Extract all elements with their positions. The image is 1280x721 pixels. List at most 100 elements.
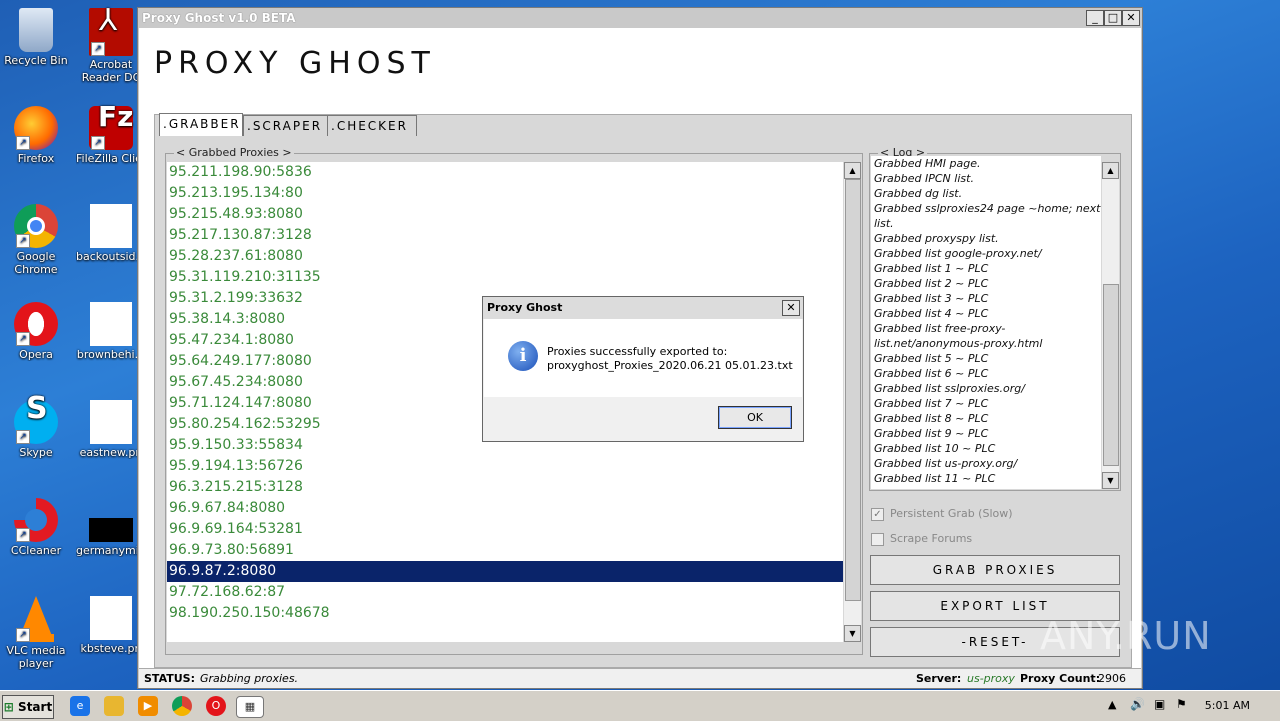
minimize-button[interactable]: _ — [1086, 10, 1104, 26]
file-icon — [90, 204, 132, 248]
proxy-row[interactable]: 95.211.198.90:5836 — [167, 162, 843, 183]
log-scroll-down-button[interactable]: ▼ — [1102, 472, 1119, 489]
log-entry: Grabbed list 2 ~ PLC — [874, 277, 989, 290]
grab-proxies-button[interactable]: GRAB PROXIES — [870, 555, 1120, 585]
log-list[interactable]: Grabbed HMI page. Grabbed IPCN list. Grabb… — [871, 156, 1101, 489]
scrape-forums-label: Scrape Forums — [890, 532, 973, 545]
opera-icon: ↗ — [14, 302, 58, 346]
media-player-icon[interactable]: ▶ — [138, 696, 158, 716]
log-entry: Grabbed sslproxies24 page ~home; next — [874, 202, 1101, 215]
log-group: < Log > Grabbed HMI page. Grabbed IPCN li… — [869, 146, 1121, 491]
export-dialog: Proxy Ghost ✕ i Proxies successfully exp… — [482, 296, 804, 442]
tab-grabber[interactable]: .GRABBER — [159, 113, 243, 136]
proxy-row[interactable]: 96.9.73.80:56891 — [167, 540, 843, 561]
proxy-row[interactable]: 95.217.130.87:3128 — [167, 225, 843, 246]
desktop-icon-filezilla[interactable]: Fz ↗ FileZilla Client — [76, 103, 146, 166]
log-scroll-thumb[interactable] — [1103, 284, 1119, 466]
anyrun-watermark: ANY.RUN — [1040, 614, 1212, 658]
proxy-row[interactable]: 95.215.48.93:8080 — [167, 204, 843, 225]
start-button[interactable]: ⊞ Start — [2, 695, 54, 719]
scroll-thumb[interactable] — [845, 179, 861, 601]
desktop-icon-ccleaner[interactable]: ↗ CCleaner — [1, 498, 71, 557]
desktop-icon-eastnew[interactable]: eastnew.pn — [76, 400, 146, 459]
proxy-row[interactable]: 97.72.168.62:87 — [167, 582, 843, 603]
log-entry: Grabbed list free-proxy- — [874, 322, 1006, 335]
proxy-row[interactable]: 96.9.87.2:8080 — [167, 561, 843, 582]
scroll-up-button[interactable]: ▲ — [844, 162, 861, 179]
opera-taskbar-icon[interactable]: O — [206, 696, 226, 716]
proxy-row[interactable]: 95.28.237.61:8080 — [167, 246, 843, 267]
clock[interactable]: 5:01 AM — [1205, 699, 1250, 712]
log-scrollbar[interactable]: ▲ ▼ — [1102, 162, 1119, 489]
maximize-button[interactable]: □ — [1104, 10, 1122, 26]
dialog-message-line1: Proxies successfully exported to: — [547, 345, 728, 358]
log-entry: Grabbed dg list. — [874, 187, 963, 200]
desktop-icon-firefox[interactable]: ↗ Firefox — [1, 106, 71, 165]
proxy-row[interactable]: 96.9.69.164:53281 — [167, 519, 843, 540]
desktop-icon-backoutsid[interactable]: backoutsid... — [76, 204, 146, 263]
filezilla-icon: Fz ↗ — [89, 103, 133, 150]
desktop-icon-germanymin[interactable]: germanymin... — [76, 498, 146, 557]
checkmark-icon: ✓ — [871, 507, 884, 521]
log-entry: Grabbed list 6 ~ PLC — [874, 367, 989, 380]
desktop-icon-brownbehi[interactable]: brownbehi... — [76, 302, 146, 361]
chrome-taskbar-icon[interactable] — [172, 696, 192, 716]
dialog-titlebar[interactable]: Proxy Ghost ✕ — [483, 297, 803, 319]
close-button[interactable]: ✕ — [1122, 10, 1140, 26]
volume-icon[interactable]: 🔊 — [1130, 697, 1145, 711]
log-entry: Grabbed list us-proxy.org/ — [874, 457, 1018, 470]
desktop-icons: Recycle Bin ⅄ ↗ Acrobat Reader DC ↗ Firef… — [0, 0, 146, 690]
window-titlebar[interactable]: Proxy Ghost v1.0 BETA _ □ ✕ — [138, 8, 1142, 28]
ie-icon[interactable]: e — [70, 696, 90, 716]
persistent-grab-checkbox[interactable]: ✓ Persistent Grab (Slow) — [871, 507, 1013, 521]
log-scroll-up-button[interactable]: ▲ — [1102, 162, 1119, 179]
log-entry: Grabbed list 10 ~ PLC — [874, 442, 996, 455]
log-entry: Grabbed list 7 ~ PLC — [874, 397, 989, 410]
log-entry: list.net/anonymous-proxy.html — [874, 337, 1043, 350]
proxy-row[interactable]: 96.9.67.84:8080 — [167, 498, 843, 519]
skype-icon: S ↗ — [14, 394, 58, 444]
log-entry: Grabbed proxyspy list. — [874, 232, 999, 245]
log-entry: Grabbed IPCN list. — [874, 172, 974, 185]
flag-icon[interactable]: ⚑ — [1176, 697, 1187, 711]
scrape-forums-checkbox[interactable]: Scrape Forums — [871, 532, 972, 546]
vlc-icon: ↗ — [14, 596, 58, 642]
folder-icon[interactable] — [104, 696, 124, 716]
desktop-icon-acrobat[interactable]: ⅄ ↗ Acrobat Reader DC — [76, 6, 146, 85]
dialog-close-button[interactable]: ✕ — [782, 300, 800, 316]
log-entry: Grabbed list 9 ~ PLC — [874, 427, 989, 440]
desktop-icon-chrome[interactable]: ↗ Google Chrome — [1, 204, 71, 276]
log-entry: Grabbed list 3 ~ PLC — [874, 292, 989, 305]
status-label: STATUS: — [144, 672, 195, 685]
tab-scraper[interactable]: .SCRAPER — [243, 115, 329, 136]
proxy-list-scrollbar[interactable]: ▲ ▼ — [844, 162, 861, 642]
log-entry: Grabbed list 8 ~ PLC — [874, 412, 989, 425]
log-entry: Grabbed list google-proxy.net/ — [874, 247, 1042, 260]
proxy-row[interactable]: 98.190.250.150:48678 — [167, 603, 843, 624]
status-text: Grabbing proxies. — [200, 672, 299, 685]
file-icon — [90, 596, 132, 640]
network-icon[interactable]: ▣ — [1154, 697, 1165, 711]
log-entry: Grabbed list 4 ~ PLC — [874, 307, 989, 320]
proxy-row[interactable]: 96.3.215.215:3128 — [167, 477, 843, 498]
desktop-icon-opera[interactable]: ↗ Opera — [1, 302, 71, 361]
desktop-icon-skype[interactable]: S ↗ Skype — [1, 394, 71, 459]
server-value: us-proxy — [967, 672, 1015, 685]
proxy-row[interactable]: 95.31.119.210:31135 — [167, 267, 843, 288]
tab-checker[interactable]: .CHECKER — [327, 115, 417, 136]
grabbed-proxies-legend: < Grabbed Proxies > — [174, 146, 294, 159]
dialog-ok-button[interactable]: OK — [718, 406, 792, 429]
windows-logo-icon: ⊞ — [3, 700, 14, 714]
desktop-icon-recycle-bin[interactable]: Recycle Bin — [1, 8, 71, 67]
firefox-icon: ↗ — [14, 106, 58, 150]
scroll-down-button[interactable]: ▼ — [844, 625, 861, 642]
file-icon — [90, 400, 132, 444]
window-title: Proxy Ghost v1.0 BETA — [142, 11, 296, 25]
proxy-row[interactable]: 95.213.195.134:80 — [167, 183, 843, 204]
proxy-row[interactable]: 95.9.194.13:56726 — [167, 456, 843, 477]
tray-expand-icon[interactable]: ▲ — [1108, 698, 1116, 711]
desktop-icon-vlc[interactable]: ↗ VLC media player — [1, 596, 71, 670]
info-icon: i — [508, 341, 538, 371]
desktop-icon-kbsteve[interactable]: kbsteve.pn — [76, 596, 146, 655]
proxy-ghost-taskbar-icon[interactable]: ▦ — [236, 696, 264, 718]
